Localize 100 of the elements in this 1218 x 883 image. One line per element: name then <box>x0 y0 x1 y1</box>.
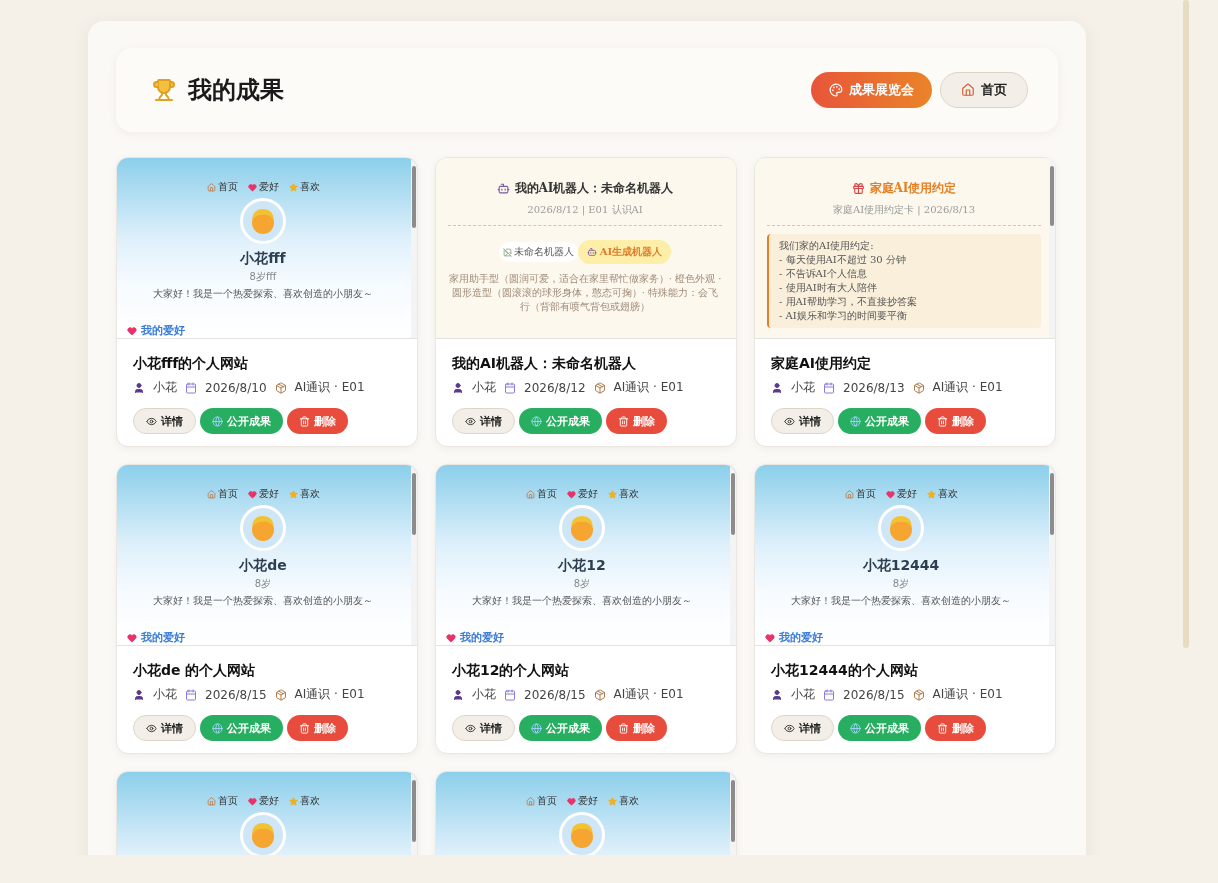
rule-line: - 不告诉AI个人信息 <box>779 267 868 281</box>
rule-line: - 用AI帮助学习，不直接抄答案 <box>779 295 918 309</box>
avatar <box>240 812 286 855</box>
nav-link[interactable]: 爱好 <box>247 794 279 808</box>
detail-button[interactable]: 详情 <box>133 715 196 741</box>
profile-name: 小花fff <box>240 250 286 268</box>
scrollbar[interactable] <box>1049 158 1055 338</box>
author-name: 小花 <box>791 379 815 396</box>
person-icon <box>771 688 783 701</box>
home-icon <box>961 83 975 97</box>
delete-button[interactable]: 删除 <box>925 408 986 434</box>
scrollbar[interactable] <box>1183 0 1189 648</box>
globe-icon <box>531 415 542 427</box>
section-heading: 我的爱好 <box>460 630 504 645</box>
trash-icon <box>937 722 948 734</box>
nav-link[interactable]: 喜欢 <box>288 794 320 808</box>
card-title: 小花12的个人网站 <box>452 662 571 680</box>
nav-link[interactable]: 爱好 <box>566 794 598 808</box>
heart-icon <box>446 632 456 643</box>
date-text: 2026/8/12 <box>524 380 586 395</box>
eye-icon <box>784 722 795 734</box>
nav-link[interactable]: 首页 <box>525 794 557 808</box>
rule-line: 我们家的AI使用约定: <box>779 239 875 253</box>
author-name: 小花 <box>153 686 177 703</box>
detail-button[interactable]: 详情 <box>771 715 834 741</box>
heart-icon <box>885 489 895 499</box>
nav-link[interactable]: 首页 <box>525 487 557 501</box>
nav-link[interactable]: 首页 <box>206 487 238 501</box>
author-name: 小花 <box>472 379 496 396</box>
avatar <box>240 505 286 551</box>
package-icon <box>274 381 287 394</box>
profile-name: 小花12444 <box>862 557 940 575</box>
person-icon <box>133 381 145 394</box>
scrollbar[interactable] <box>1049 465 1055 645</box>
card-title: 小花de 的个人网站 <box>133 662 257 680</box>
detail-button[interactable]: 详情 <box>452 408 515 434</box>
broken-image: 未命名机器人 <box>498 242 578 262</box>
nav-link[interactable]: 爱好 <box>566 487 598 501</box>
nav-link[interactable]: 喜欢 <box>288 180 320 194</box>
trash-icon <box>299 415 310 427</box>
home-icon <box>525 489 535 499</box>
nav-link[interactable]: 首页 <box>206 794 238 808</box>
course-text: AI通识 · E01 <box>932 686 1003 703</box>
eye-icon <box>784 415 795 427</box>
gift-icon <box>851 182 865 195</box>
delete-button[interactable]: 删除 <box>287 408 348 434</box>
profile-age: 8岁fff <box>249 270 277 284</box>
nav-link[interactable]: 喜欢 <box>607 487 639 501</box>
nav-link[interactable]: 爱好 <box>247 180 279 194</box>
scrollbar[interactable] <box>411 465 417 645</box>
nav-link[interactable]: 爱好 <box>247 487 279 501</box>
card-title: 小花fff的个人网站 <box>133 355 250 373</box>
nav-link[interactable]: 喜欢 <box>926 487 958 501</box>
star-icon <box>288 489 298 499</box>
heart-icon <box>247 182 257 192</box>
scrollbar[interactable] <box>411 158 417 338</box>
avatar <box>559 505 605 551</box>
eye-icon <box>465 722 476 734</box>
avatar <box>240 198 286 244</box>
scrollbar[interactable] <box>730 465 736 645</box>
detail-button[interactable]: 详情 <box>771 408 834 434</box>
package-icon <box>593 381 606 394</box>
course-text: AI通识 · E01 <box>294 379 365 396</box>
card-title: 家庭AI使用约定 <box>771 355 873 373</box>
card-title: 小花12444的个人网站 <box>771 662 919 680</box>
globe-icon <box>850 415 861 427</box>
star-icon <box>607 796 617 806</box>
section-heading: 我的爱好 <box>779 630 823 645</box>
nav-link[interactable]: 爱好 <box>885 487 917 501</box>
calendar-icon <box>823 381 835 394</box>
delete-button[interactable]: 删除 <box>606 408 667 434</box>
delete-button[interactable]: 删除 <box>287 715 348 741</box>
star-icon <box>288 182 298 192</box>
detail-button[interactable]: 详情 <box>133 408 196 434</box>
preview-meta: 2026/8/12 | E01 认识AI <box>527 203 643 217</box>
person-icon <box>452 688 464 701</box>
trash-icon <box>937 415 948 427</box>
author-name: 小花 <box>153 379 177 396</box>
globe-icon <box>531 722 542 734</box>
nav-link[interactable]: 喜欢 <box>288 487 320 501</box>
date-text: 2026/8/13 <box>843 380 905 395</box>
nav-link[interactable]: 喜欢 <box>607 794 639 808</box>
nav-link[interactable]: 首页 <box>206 180 238 194</box>
course-text: AI通识 · E01 <box>613 379 684 396</box>
profile-name: 小花12 <box>558 557 606 575</box>
home-button[interactable]: 首页 <box>940 72 1028 108</box>
nav-link[interactable]: 首页 <box>844 487 876 501</box>
delete-button[interactable]: 删除 <box>925 715 986 741</box>
delete-button[interactable]: 删除 <box>606 715 667 741</box>
heart-icon <box>765 632 775 643</box>
person-icon <box>452 381 464 394</box>
profile-bio: 大家好！我是一个热爱探索、喜欢创造的小朋友～ <box>153 287 373 301</box>
heart-icon <box>247 796 257 806</box>
person-icon <box>771 381 783 394</box>
preview-title: 家庭AI使用约定 <box>869 180 957 197</box>
calendar-icon <box>504 381 516 394</box>
heart-icon <box>127 632 137 643</box>
profile-bio: 大家好！我是一个热爱探索、喜欢创造的小朋友～ <box>153 594 373 608</box>
detail-button[interactable]: 详情 <box>452 715 515 741</box>
rule-line: - AI娱乐和学习的时间要平衡 <box>779 309 908 323</box>
